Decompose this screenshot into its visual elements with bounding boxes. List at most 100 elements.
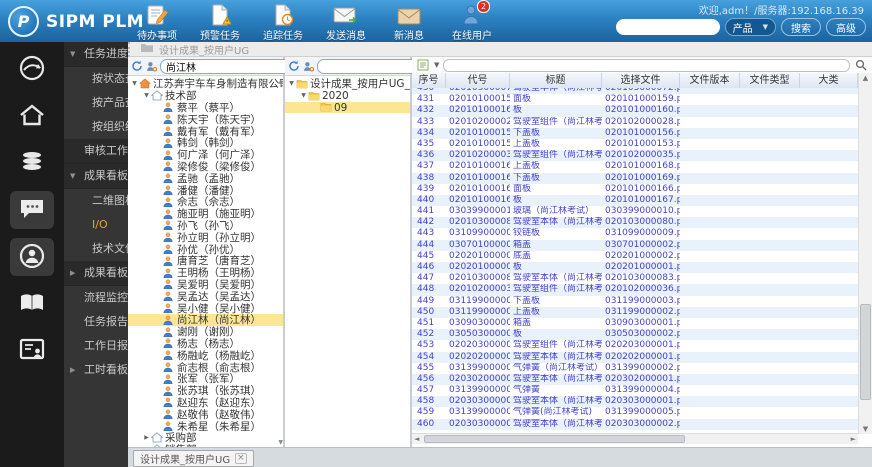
table-row[interactable]: 440 020101000167板 020101000167.prt [412,194,858,207]
table-row[interactable]: 434 020101000156下盖板 020101000156.prt [412,127,858,139]
sidebar-item[interactable]: I/O [64,213,128,237]
sidebar-item[interactable]: 按状态查看 [64,67,128,91]
table-row[interactable]: 450 031199000002上盖板 031199000002.prt [412,306,858,318]
user-filter-icon[interactable] [303,59,314,73]
search-icon[interactable] [854,58,868,72]
table-row[interactable]: 446 020201000001板 020201000001.prt [412,262,858,274]
sidebar-item[interactable]: ▶ 成果看板(按时间) [64,261,128,286]
file-link[interactable]: 020103000083.prt [602,273,680,284]
file-link[interactable]: 031199000002.prt [602,307,680,318]
search-category-select[interactable]: 产品 ▼ [724,18,776,36]
toolbar-item-send[interactable]: 发送消息 [324,2,368,42]
table-quick-filter-input[interactable] [443,58,850,72]
table-row[interactable]: 438 020101000169下盖板 020101000169.prt [412,172,858,184]
column-header[interactable]: 大类 [800,73,858,88]
scroll-right-icon[interactable]: ► [851,434,856,444]
file-link[interactable]: 020303000002.prt [602,419,680,430]
file-link[interactable]: 020203000001.prt [602,340,680,351]
file-link[interactable]: 031399000002.prt [602,363,680,374]
table-row[interactable]: 435 020101000153上盖板 020101000153.prt [412,139,858,150]
table-row[interactable]: 439 020101000166面板 020101000166.prt [412,184,858,195]
table-row[interactable]: 432 020101000160板 020101000160.prt [412,105,858,117]
sidebar-item[interactable]: ▶ 工时看板 [64,358,128,382]
file-link[interactable]: 020101000169.prt [602,173,680,184]
table-row[interactable]: 460 020303000002驾驶室本体（尚江林考试）020303000002.… [412,418,858,430]
sidebar-item[interactable]: ▼ 成果看板(按用户) [64,164,128,189]
table-row[interactable]: 443 031099000009铰链板 031099000009.prt [412,228,858,239]
sidebar-item[interactable]: 按组织结构查看 [64,115,128,139]
sidebar-item[interactable]: 二维图档 [64,189,128,213]
table-row[interactable]: 452 030503000002板 030503000002.prt [412,329,858,341]
file-link[interactable]: 030701000002.prt [602,240,680,251]
table-row[interactable]: 431 020101000159面板 020101000159.prt [412,94,858,105]
tab-design-results[interactable]: 设计成果_按用户UG × [133,450,254,467]
table-row[interactable]: 449 031199000003下盖板 031199000003.prt [412,296,858,307]
file-link[interactable]: 031399000005.prt [602,407,680,418]
toolbar-item-alert[interactable]: 预警任务 [198,2,242,42]
filter-type-icon[interactable] [416,58,430,72]
column-header[interactable]: 代号 [446,73,510,88]
scroll-up-icon[interactable]: ▲ [859,74,872,82]
vertical-scrollbar[interactable]: ▲ ▼ [858,73,872,434]
file-link[interactable]: 031199000003.prt [602,296,680,307]
file-link[interactable]: 020201000002.prt [602,251,680,262]
user-tree-item[interactable]: ▶ 采购部 [128,432,283,444]
collapse-arrow-icon[interactable]: ▼ [142,92,151,99]
scroll-left-icon[interactable]: ◄ [414,434,419,444]
file-link[interactable]: 020201000001.prt [602,262,680,273]
refresh-icon[interactable] [288,59,300,73]
toolbar-item-track[interactable]: 追踪任务 [261,2,305,42]
folder-tree-item[interactable]: 09 [285,102,410,114]
table-row[interactable]: 454 020202000001驾驶室本体（尚江林考试）020202000001.… [412,351,858,363]
table-row[interactable]: 459 031399000005气弹簧(尚江林考试) 031399000005.pr… [412,407,858,418]
file-link[interactable]: 030503000002.prt [602,329,680,340]
file-link[interactable]: 020202000001.prt [602,352,680,363]
file-link[interactable]: 030399000010.prt [602,206,680,217]
file-link[interactable]: 020103000080.prt [602,217,680,228]
file-link[interactable]: 020303000001.prt [602,396,680,407]
collapse-arrow-icon[interactable]: ▶ [70,358,75,382]
table-row[interactable]: 455 031399000002气弹簧（尚江林考试）031399000002.pr… [412,363,858,374]
table-row[interactable]: 433 020102000028驾驶室组件（尚江林考试）020102000028.… [412,117,858,128]
scrollbar-thumb[interactable] [860,304,871,400]
file-link[interactable]: 030903000001.prt [602,318,680,329]
folder-tree-item[interactable]: ▼ 2020 [285,90,410,102]
scrollbar-thumb[interactable] [424,435,685,443]
table-row[interactable]: 453 020203000001驾驶室组件（尚江林考试）020203000001.… [412,340,858,351]
sidebar-item[interactable]: 流程监控 [64,286,128,310]
search-button[interactable]: 搜索 [781,18,821,36]
filter-caret-icon[interactable]: ▼ [434,61,439,69]
scroll-down-icon[interactable]: ▼ [859,425,872,433]
nav-database-button[interactable] [10,144,54,182]
sidebar-item[interactable]: 审核工作看板 [64,139,128,164]
nav-profile-button[interactable] [10,238,54,276]
column-header[interactable]: 标题 [510,73,602,88]
collapse-arrow-icon[interactable]: ▶ [70,261,75,285]
column-header[interactable]: 文件版本 [680,73,740,88]
table-row[interactable]: 457 031399000004气弹簧 031399000004.prt [412,385,858,396]
file-link[interactable]: 020102000035.prt [602,150,680,161]
file-link[interactable]: 020302000001.prt [602,374,680,385]
sidebar-item[interactable]: 工作日报 [64,334,128,358]
file-link[interactable]: 020101000168.prt [602,161,680,172]
user-filter-icon[interactable] [146,59,157,73]
file-link[interactable]: 020102000036.prt [602,284,680,295]
table-row[interactable]: 437 020101000168上盖板 020101000168.prt [412,161,858,172]
sidebar-item[interactable]: ▼ 任务进度 [64,42,128,67]
nav-sipm-badge-button[interactable] [10,50,54,88]
column-header[interactable]: 文件类型 [740,73,800,88]
file-link[interactable]: 020101000167.prt [602,195,680,206]
collapse-arrow-icon[interactable]: ▶ [142,434,151,441]
nav-report-button[interactable] [10,332,54,370]
scroll-down-icon[interactable]: ▼ [278,439,283,446]
file-link[interactable]: 020101000156.prt [602,128,680,139]
file-link[interactable]: 031099000009.prt [602,228,680,239]
table-row[interactable]: 458 020303000001驾驶室本体（尚江林考试）020303000001.… [412,396,858,408]
column-header[interactable]: 选择文件 [602,73,680,88]
nav-chat-button[interactable] [10,191,54,229]
close-icon[interactable]: × [235,453,247,464]
toolbar-item-online[interactable]: 2 在线用户 [450,0,494,42]
table-row[interactable]: 436 020102000035驾驶室组件（尚江林考试）020102000035.… [412,150,858,162]
sidebar-item[interactable]: 按产品查看 [64,91,128,115]
advanced-search-button[interactable]: 高级 [826,18,866,36]
